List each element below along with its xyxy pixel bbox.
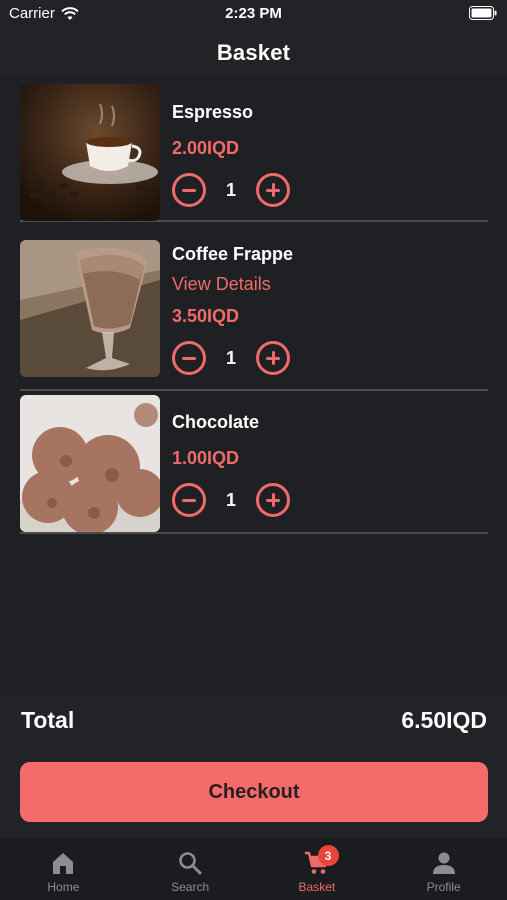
basket-list[interactable]: Espresso 2.00IQD 1 Coffee Frappe View De… xyxy=(0,77,507,697)
increase-quantity-button[interactable] xyxy=(256,341,290,375)
app-root: Carrier 2:23 PM Basket Espresso 2.00IQD … xyxy=(0,0,507,900)
total-label: Total xyxy=(21,706,75,733)
tab-basket[interactable]: Basket 3 xyxy=(254,838,381,900)
quantity-value: 1 xyxy=(225,347,236,368)
quantity-value: 1 xyxy=(225,179,236,200)
quantity-stepper: 1 xyxy=(172,173,290,207)
increase-quantity-button[interactable] xyxy=(256,483,290,517)
checkout-button[interactable]: Checkout xyxy=(20,762,488,822)
person-icon xyxy=(432,852,455,874)
item-price: 2.00IQD xyxy=(172,138,240,158)
search-icon xyxy=(179,852,202,875)
status-bar: Carrier 2:23 PM xyxy=(0,0,507,28)
total-row: Total 6.50IQD xyxy=(21,703,487,737)
tab-label: Search xyxy=(171,880,210,894)
tab-search[interactable]: Search xyxy=(127,838,254,900)
basket-item-chocolate[interactable]: Chocolate 1.00IQD 1 xyxy=(20,391,488,534)
quantity-value: 1 xyxy=(225,489,236,510)
item-name: Chocolate xyxy=(172,412,260,432)
coffee-frappe-image xyxy=(20,240,160,377)
battery-icon xyxy=(469,6,497,20)
cart-count-badge: 3 xyxy=(317,845,339,866)
tab-bar: Home Search Basket 3 Profile xyxy=(0,838,507,900)
tab-label: Profile xyxy=(426,880,461,894)
item-price: 3.50IQD xyxy=(172,306,240,326)
decrease-quantity-button[interactable] xyxy=(172,483,206,517)
item-name: Espresso xyxy=(172,102,254,122)
tab-profile[interactable]: Profile xyxy=(380,838,507,900)
quantity-stepper: 1 xyxy=(172,341,290,375)
total-value: 6.50IQD xyxy=(401,706,487,733)
page-title: Basket xyxy=(216,39,291,65)
view-details-link[interactable]: View Details xyxy=(172,274,271,295)
espresso-cup-image xyxy=(20,84,160,221)
item-price: 1.00IQD xyxy=(172,448,240,468)
chocolate-ice-cream-image xyxy=(20,395,160,532)
quantity-stepper: 1 xyxy=(172,483,290,517)
decrease-quantity-button[interactable] xyxy=(172,173,206,207)
nav-header: Basket xyxy=(0,28,507,77)
decrease-quantity-button[interactable] xyxy=(172,341,206,375)
basket-item-coffee-frappe[interactable]: Coffee Frappe View Details 3.50IQD 1 xyxy=(20,222,488,391)
item-name: Coffee Frappe xyxy=(172,244,294,264)
status-time: 2:23 PM xyxy=(225,5,282,22)
tab-label: Basket xyxy=(298,880,336,894)
tab-home[interactable]: Home xyxy=(0,838,127,900)
increase-quantity-button[interactable] xyxy=(256,173,290,207)
tab-label: Home xyxy=(47,880,80,894)
basket-item-espresso[interactable]: Espresso 2.00IQD 1 xyxy=(20,79,488,222)
home-icon xyxy=(53,853,74,874)
